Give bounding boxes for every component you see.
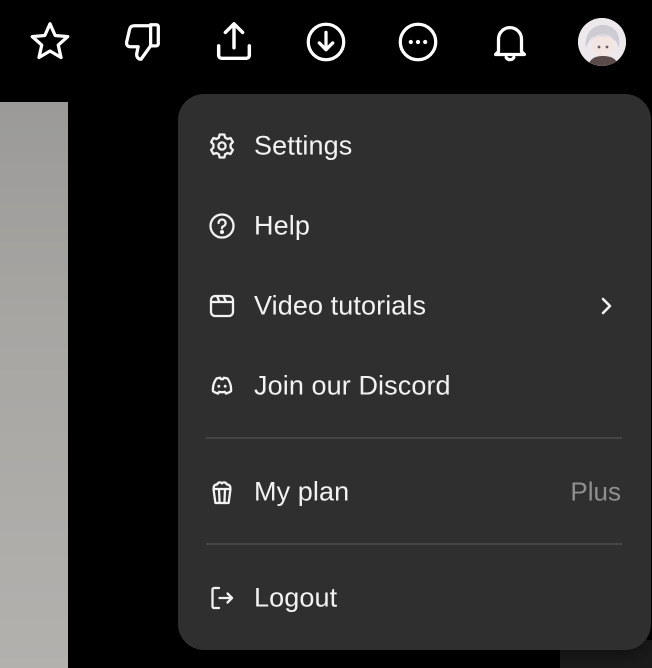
plan-tier-label: Plus	[570, 476, 621, 507]
menu-item-settings[interactable]: Settings	[178, 111, 651, 181]
clapperboard-icon	[206, 290, 238, 322]
thumbs-down-icon[interactable]	[118, 18, 166, 66]
menu-divider	[206, 543, 622, 545]
chevron-right-icon	[601, 297, 612, 315]
popcorn-bucket-icon	[206, 476, 238, 508]
discord-icon	[206, 370, 238, 402]
more-options-icon[interactable]	[394, 18, 442, 66]
app-page: Settings Help Video tutorials Join our D…	[0, 0, 652, 668]
account-dropdown-menu: Settings Help Video tutorials Join our D…	[178, 94, 651, 650]
menu-divider	[206, 437, 622, 439]
background-video-thumbnail	[0, 102, 68, 668]
question-circle-icon	[206, 210, 238, 242]
share-upload-icon[interactable]	[210, 18, 258, 66]
menu-item-video-tutorials[interactable]: Video tutorials	[178, 271, 651, 341]
menu-item-my-plan[interactable]: My plan Plus	[178, 457, 651, 527]
star-icon[interactable]	[26, 18, 74, 66]
menu-item-label: Join our Discord	[254, 370, 451, 401]
menu-item-label: Settings	[254, 130, 353, 161]
top-toolbar	[0, 0, 652, 86]
menu-item-label: My plan	[254, 476, 350, 507]
user-avatar[interactable]	[578, 18, 626, 66]
menu-item-label: Logout	[254, 582, 338, 613]
menu-item-join-discord[interactable]: Join our Discord	[178, 351, 651, 421]
menu-item-label: Help	[254, 210, 310, 241]
logout-icon	[206, 582, 238, 614]
gear-icon	[206, 130, 238, 162]
menu-item-logout[interactable]: Logout	[178, 563, 651, 633]
download-icon[interactable]	[302, 18, 350, 66]
menu-item-help[interactable]: Help	[178, 191, 651, 261]
menu-item-label: Video tutorials	[254, 290, 427, 321]
notification-bell-icon[interactable]	[486, 18, 534, 66]
